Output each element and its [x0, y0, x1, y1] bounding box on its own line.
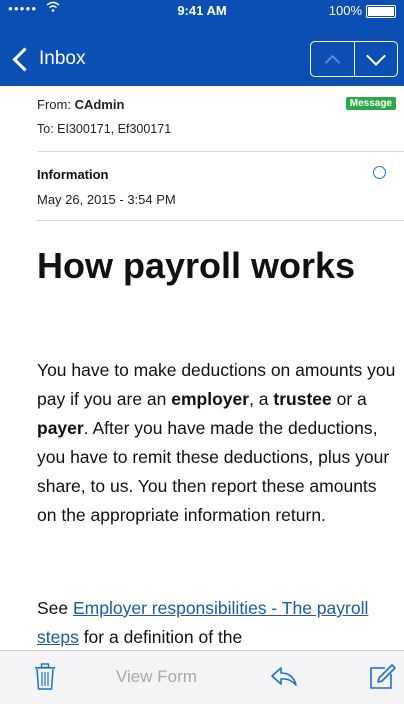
to-label: To:: [37, 122, 54, 136]
previous-message-button[interactable]: [311, 42, 354, 76]
content-paragraph: You have to make deductions on amounts y…: [37, 356, 399, 530]
view-form-button[interactable]: View Form: [116, 667, 197, 687]
text: See: [37, 598, 73, 618]
to-line: To: EI300171, Ef300171: [37, 122, 396, 136]
text: , a: [249, 389, 274, 409]
content-headline: How payroll works: [37, 245, 356, 286]
from-line: From: CAdmin: [37, 97, 396, 112]
message-navigation: [310, 41, 398, 77]
navigation-bar: ●●●●● 9:41 AM 100% Inbox: [0, 0, 404, 86]
content-paragraph: See Employer responsibilities - The payr…: [37, 594, 399, 652]
divider: [37, 220, 404, 221]
back-label: Inbox: [39, 48, 86, 69]
back-to-inbox-button[interactable]: Inbox: [8, 44, 85, 74]
sender-name[interactable]: CAdmin: [75, 97, 125, 112]
status-bar: ●●●●● 9:41 AM 100%: [0, 0, 404, 20]
chevron-left-icon: [12, 46, 37, 72]
divider: [37, 151, 404, 152]
message-badge: Message: [345, 97, 396, 110]
unread-indicator-icon[interactable]: [373, 166, 386, 179]
text: for a definition of the: [78, 627, 243, 647]
text: employer: [171, 389, 250, 409]
chevron-down-icon: [365, 45, 386, 66]
text: . After you have made the deductions, yo…: [37, 418, 390, 525]
text: or a: [331, 389, 367, 409]
date: May 26, 2015 - 3:54 PM: [37, 192, 176, 207]
trash-icon[interactable]: [34, 663, 56, 691]
next-message-button[interactable]: [353, 42, 398, 76]
chevron-up-icon: [324, 54, 341, 70]
subject: Information: [37, 167, 109, 182]
battery-icon: [366, 5, 396, 18]
battery-percent: 100%: [328, 3, 362, 18]
text: trustee: [273, 389, 332, 409]
from-label: From:: [37, 97, 71, 112]
text: payer: [37, 418, 84, 438]
compose-icon[interactable]: [368, 663, 396, 691]
bottom-toolbar: View Form: [0, 650, 404, 704]
reply-icon[interactable]: [270, 665, 298, 689]
recipients[interactable]: EI300171, Ef300171: [57, 122, 171, 136]
